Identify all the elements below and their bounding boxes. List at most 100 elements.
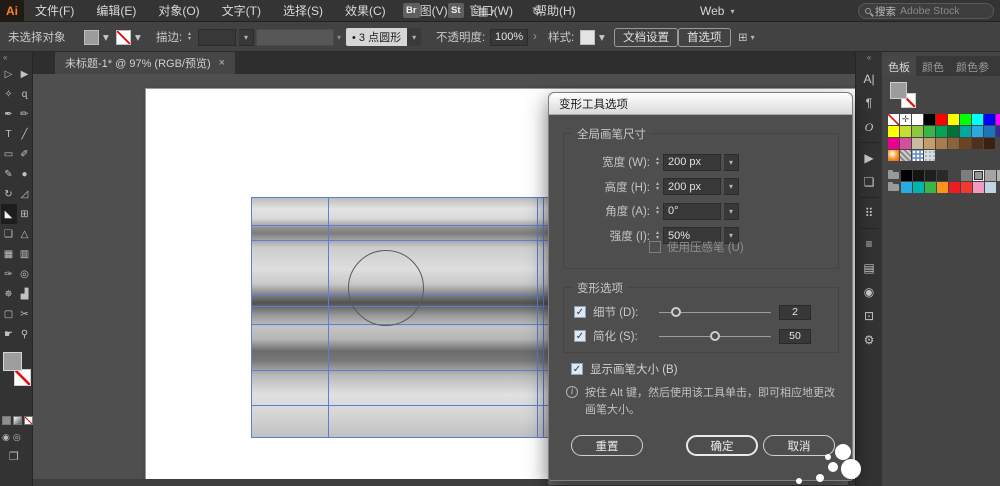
direct-selection-tool[interactable]: ▷ [1, 64, 17, 84]
column-graph-tool[interactable]: ▟ [17, 284, 33, 304]
guide-line[interactable] [251, 197, 252, 438]
hand-tool[interactable]: ☛ [1, 324, 17, 344]
sync-share-icon[interactable]: ↻ [532, 0, 541, 22]
detail-value-field[interactable]: 2 [779, 304, 811, 320]
character-panel-icon[interactable]: A| [856, 67, 883, 91]
guide-line[interactable] [251, 437, 553, 438]
swatch[interactable] [924, 114, 935, 125]
detail-checkbox[interactable]: ✓ [574, 306, 586, 318]
selection-tool[interactable]: ▶ [17, 64, 33, 84]
zoom-tool[interactable]: ⚲ [17, 324, 33, 344]
curvature-tool[interactable]: ✏ [17, 104, 33, 124]
menu-item-select[interactable]: 选择(S) [272, 0, 334, 22]
swatch[interactable] [888, 150, 899, 161]
simplify-slider-handle[interactable] [710, 330, 720, 341]
angle-stepper[interactable]: ▴ ▾ [656, 205, 659, 216]
simplify-slider[interactable] [659, 330, 771, 341]
stroke-panel-icon[interactable]: ≡ [856, 232, 883, 256]
workspace-switcher[interactable]: Web ▾ [700, 0, 734, 22]
swatch[interactable] [961, 182, 972, 193]
shaper-tool[interactable]: ✎ [1, 164, 17, 184]
guide-line[interactable] [328, 197, 329, 438]
height-chevron-icon[interactable]: ▾ [724, 178, 740, 195]
paragraph-panel-icon[interactable]: ¶ [856, 91, 883, 115]
detail-slider[interactable] [659, 306, 771, 317]
blend-tool[interactable]: ◎ [17, 264, 33, 284]
brush-preset-chevron-icon[interactable]: ▾ [407, 28, 422, 46]
bridge-icon[interactable]: Br [403, 3, 420, 18]
fill-proxy-swatch[interactable] [890, 82, 907, 99]
swatch[interactable]: ✛ [900, 114, 911, 125]
swatch[interactable] [972, 114, 983, 125]
type-tool[interactable]: T [1, 124, 17, 144]
stroke-weight-field[interactable] [198, 28, 236, 46]
swatch[interactable] [924, 126, 935, 137]
stroke-weight-chevron-icon[interactable]: ▾ [239, 28, 254, 46]
transparency-panel-icon[interactable]: ◉ [856, 280, 883, 304]
brush-preset-dropdown[interactable]: • 3 点圆形 [346, 28, 408, 46]
magic-wand-tool[interactable]: ✧ [1, 84, 17, 104]
menu-item-effect[interactable]: 效果(C) [334, 0, 397, 22]
opentype-panel-icon[interactable]: O [856, 115, 883, 139]
guide-line[interactable] [251, 370, 553, 371]
swatch[interactable] [960, 126, 971, 137]
stock-search-input[interactable]: 搜索 Adobe Stock [858, 3, 994, 19]
swatch[interactable] [901, 170, 912, 181]
cancel-button[interactable]: 取消 [763, 435, 835, 456]
width-stepper[interactable]: ▴ ▾ [656, 156, 659, 167]
perspective-grid-tool[interactable]: △ [17, 224, 33, 244]
angle-field[interactable]: 0° [663, 202, 722, 220]
opacity-field[interactable]: 100% [490, 28, 528, 46]
free-transform-tool[interactable]: ⊞ [17, 204, 33, 224]
fill-proxy-swatch[interactable] [3, 352, 22, 371]
swatch[interactable] [913, 170, 924, 181]
rectangle-tool[interactable]: ▭ [1, 144, 17, 164]
document-tab[interactable]: 未标题-1* @ 97% (RGB/预览) × [55, 52, 236, 74]
swatch[interactable] [900, 138, 911, 149]
fill-chevron-icon[interactable]: ▾ [103, 22, 109, 52]
slice-tool[interactable]: ✂ [17, 304, 33, 324]
swatch[interactable] [948, 114, 959, 125]
rotate-tool[interactable]: ↻ [1, 184, 17, 204]
swatch[interactable] [900, 150, 911, 161]
menu-item-file[interactable]: 文件(F) [24, 0, 85, 22]
width-chevron-icon[interactable]: ▾ [724, 153, 740, 171]
swatch[interactable] [949, 182, 960, 193]
width-field[interactable]: 200 px [663, 153, 722, 171]
fill-swatch[interactable] [84, 29, 99, 45]
gradient-button[interactable] [13, 416, 22, 425]
swatch[interactable] [937, 182, 948, 193]
fill-stroke-proxy[interactable] [3, 352, 31, 386]
gradient-panel-icon[interactable]: ▤ [856, 256, 883, 280]
preferences-button[interactable]: 首选项 [678, 27, 731, 47]
swatch-folder-icon[interactable] [888, 170, 900, 181]
swatch[interactable] [888, 138, 899, 149]
guide-line[interactable] [537, 197, 538, 438]
menu-item-object[interactable]: 对象(O) [147, 0, 210, 22]
guide-line[interactable] [251, 240, 553, 241]
stock-icon[interactable]: St [448, 3, 464, 18]
simplify-value-field[interactable]: 50 [779, 328, 811, 344]
graphic-styles-panel-icon[interactable]: ⚙ [856, 328, 883, 352]
height-stepper[interactable]: ▴ ▾ [656, 181, 659, 192]
height-field[interactable]: 200 px [663, 178, 722, 195]
swatch[interactable] [924, 150, 935, 161]
shape-builder-tool[interactable]: ❑ [1, 224, 17, 244]
style-swatch[interactable] [580, 29, 595, 45]
screen-mode-icon[interactable]: ❐ [9, 450, 19, 463]
show-brush-size-checkbox[interactable]: ✓ 显示画笔大小 (B) [571, 361, 678, 377]
swatch[interactable] [912, 126, 923, 137]
swatch[interactable] [912, 114, 923, 125]
swatch[interactable] [973, 170, 984, 181]
panel-options-icon[interactable]: ⊞ ▾ [738, 22, 755, 52]
stroke-weight-stepper[interactable]: ▴ ▾ [188, 31, 191, 42]
angle-chevron-icon[interactable]: ▾ [724, 202, 740, 220]
guide-line[interactable] [251, 324, 553, 325]
swatches-tab-1[interactable]: 颜色 [916, 56, 950, 76]
simplify-checkbox[interactable]: ✓ [574, 330, 586, 342]
document-setup-button[interactable]: 文档设置 [614, 27, 678, 47]
collapse-toolbar-icon[interactable]: « [3, 53, 7, 62]
swatch[interactable] [961, 170, 972, 181]
swatch[interactable] [901, 182, 912, 193]
detail-slider-handle[interactable] [670, 306, 681, 317]
